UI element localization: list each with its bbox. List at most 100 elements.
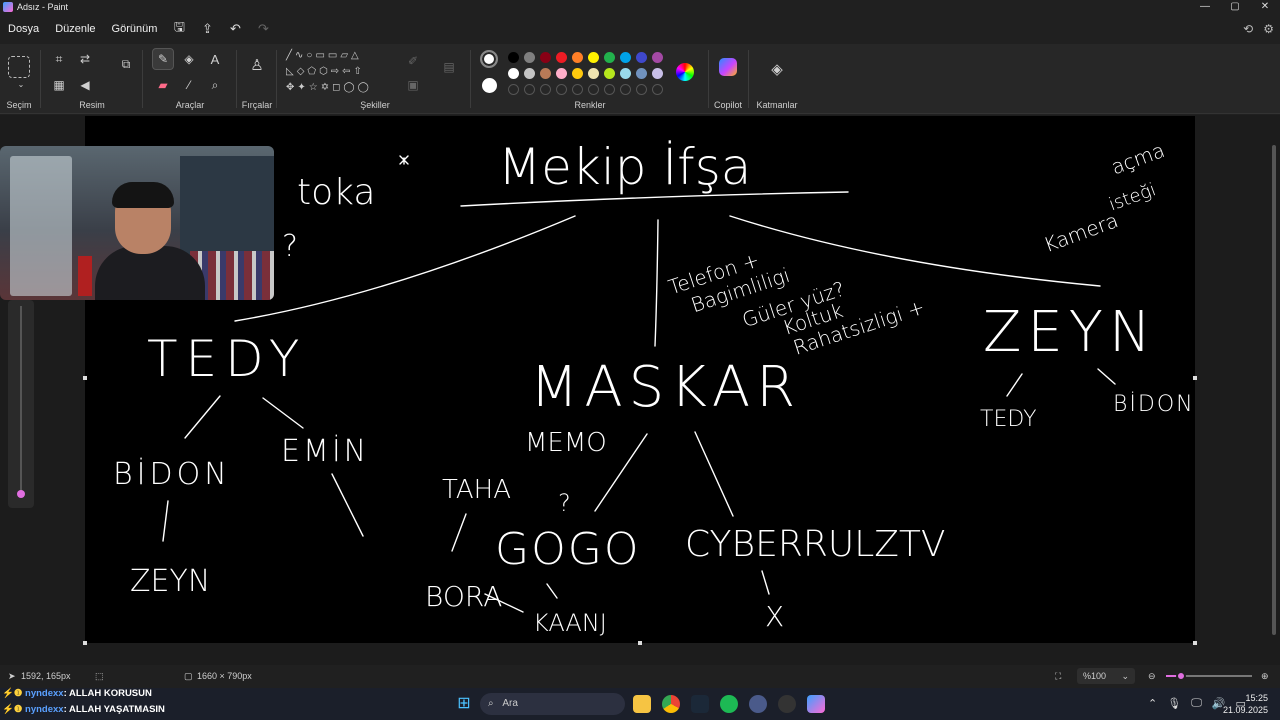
fill-bucket-icon[interactable]: ◈ [178,48,200,70]
color-swatch[interactable] [604,52,615,63]
color-swatch[interactable] [604,68,615,79]
color-swatch[interactable] [540,84,551,95]
color-swatch[interactable] [588,84,599,95]
windows-start-icon[interactable]: ⊞ [455,695,473,713]
color-swatch[interactable] [508,52,519,63]
vertical-scrollbar[interactable] [1272,145,1276,635]
primary-color-swatch[interactable] [480,50,498,68]
chevron-down-icon[interactable]: ⌄ [10,78,32,90]
taskbar-search[interactable]: ⌕ Ara [480,693,625,715]
color-swatch[interactable] [620,52,631,63]
steam-icon[interactable] [691,695,709,713]
pencil-icon[interactable]: ✎ [152,48,174,70]
menu-view[interactable]: Görünüm [104,17,166,41]
resize-icon[interactable]: ⇄ [74,48,96,70]
line-shape-icon[interactable]: ╱∿○▭▭▱△ [286,50,362,61]
color-swatch[interactable] [556,68,567,79]
color-swatch[interactable] [588,68,599,79]
color-swatch[interactable] [556,52,567,63]
app-icon[interactable] [749,695,767,713]
secondary-color-swatch[interactable] [482,78,497,93]
resize-handle-right[interactable] [1193,376,1197,380]
node-bidon-right: BİDON [1113,391,1195,417]
resize-handle-left[interactable] [83,376,87,380]
color-swatch[interactable] [652,68,663,79]
fit-to-window-icon[interactable]: ⛶ [1055,671,1061,682]
color-swatch[interactable] [652,84,663,95]
color-swatch[interactable] [620,84,631,95]
settings-gear-icon[interactable]: ⚙ [1263,17,1274,41]
color-swatch[interactable] [620,68,631,79]
color-swatch[interactable] [540,68,551,79]
save-icon[interactable]: 🖫 [165,18,193,40]
clock[interactable]: 15:25 21.09.2025 [1223,692,1268,716]
share-icon[interactable]: ⇪ [193,21,221,37]
resize-handle-bottom[interactable] [638,641,642,645]
color-swatch[interactable] [524,52,535,63]
color-swatch[interactable] [524,84,535,95]
microphone-icon[interactable]: 🎙 [1167,697,1181,710]
color-swatch[interactable] [572,68,583,79]
color-swatch[interactable] [604,84,615,95]
zoom-slider[interactable] [1166,671,1252,681]
layers-icon[interactable]: ◈ [766,58,788,80]
color-swatch[interactable] [588,52,599,63]
color-swatch[interactable] [636,52,647,63]
spotify-icon[interactable] [720,695,738,713]
undo-icon[interactable]: ↶ [221,21,249,37]
zoom-value: %100 [1083,671,1107,681]
color-swatch[interactable] [572,52,583,63]
color-picker-icon[interactable]: ⁄ [178,74,200,96]
image-select-icon[interactable]: ⧉ [114,52,138,76]
monitor-icon[interactable]: 🖵 [1191,697,1202,710]
flip-icon[interactable]: ◀ [74,74,96,96]
shape-fill-icon[interactable]: ▣ [402,74,424,96]
account-icon[interactable]: ⟲ [1243,17,1253,41]
brushes-group: ♙ Fırçalar [240,44,274,114]
eraser-icon[interactable]: ▰ [152,74,174,96]
zoom-dropdown[interactable]: %100 ⌄ [1077,668,1135,684]
color-swatch[interactable] [636,84,647,95]
copilot-icon[interactable] [719,58,737,76]
minimize-button[interactable]: — [1190,0,1220,14]
resize-handle-corner[interactable] [1193,641,1197,645]
maximize-button[interactable]: ▢ [1220,0,1250,14]
paint-taskbar-icon[interactable] [807,695,825,713]
brush-size-slider[interactable] [8,300,34,508]
obs-icon[interactable] [778,695,796,713]
color-swatch[interactable] [556,84,567,95]
brush-icon[interactable]: ♙ [246,54,268,76]
outline-icon[interactable]: ✐ [402,50,424,72]
color-swatch[interactable] [524,68,535,79]
file-explorer-icon[interactable] [633,695,651,713]
color-swatch[interactable] [540,52,551,63]
clock-date: 21.09.2025 [1222,705,1268,715]
background-remove-icon[interactable]: ▦ [48,74,70,96]
chrome-icon[interactable] [662,695,680,713]
note-kamera: Kamera [1040,208,1121,257]
star-shape-icon[interactable]: ✥✦☆✡◻◯◯ [286,82,372,93]
close-button[interactable]: ✕ [1250,0,1280,14]
color-swatch[interactable] [636,68,647,79]
color-swatch[interactable] [508,84,519,95]
menu-edit[interactable]: Düzenle [47,17,103,41]
color-swatch[interactable] [652,52,663,63]
chevron-up-icon[interactable]: ⌃ [1148,697,1157,710]
zoom-out-icon[interactable]: ⊖ [1148,671,1156,682]
window-controls: — ▢ ✕ [1190,0,1280,14]
select-tool-icon[interactable] [8,56,30,78]
color-swatch[interactable] [572,84,583,95]
menu-file[interactable]: Dosya [0,17,47,41]
zoom-in-icon[interactable]: ⊕ [1261,671,1269,682]
node-bora: BORA [425,580,502,613]
shape-size-icon[interactable]: ▤ [438,56,460,78]
crop-icon[interactable]: ⌗ [48,48,70,70]
redo-icon[interactable]: ↷ [249,21,277,37]
resize-handle-bottom-left[interactable] [83,641,87,645]
shapes-gallery[interactable]: ╱∿○▭▭▱△ ◺◇⬠⬡⇨⇦⇧ ✥✦☆✡◻◯◯ [286,48,394,96]
color-swatch[interactable] [508,68,519,79]
text-tool-icon[interactable]: A [204,48,226,70]
magnifier-icon[interactable]: ⌕ [204,74,226,96]
edit-colors-icon[interactable] [676,63,694,81]
polygon-shape-icon[interactable]: ◺◇⬠⬡⇨⇦⇧ [286,66,365,77]
